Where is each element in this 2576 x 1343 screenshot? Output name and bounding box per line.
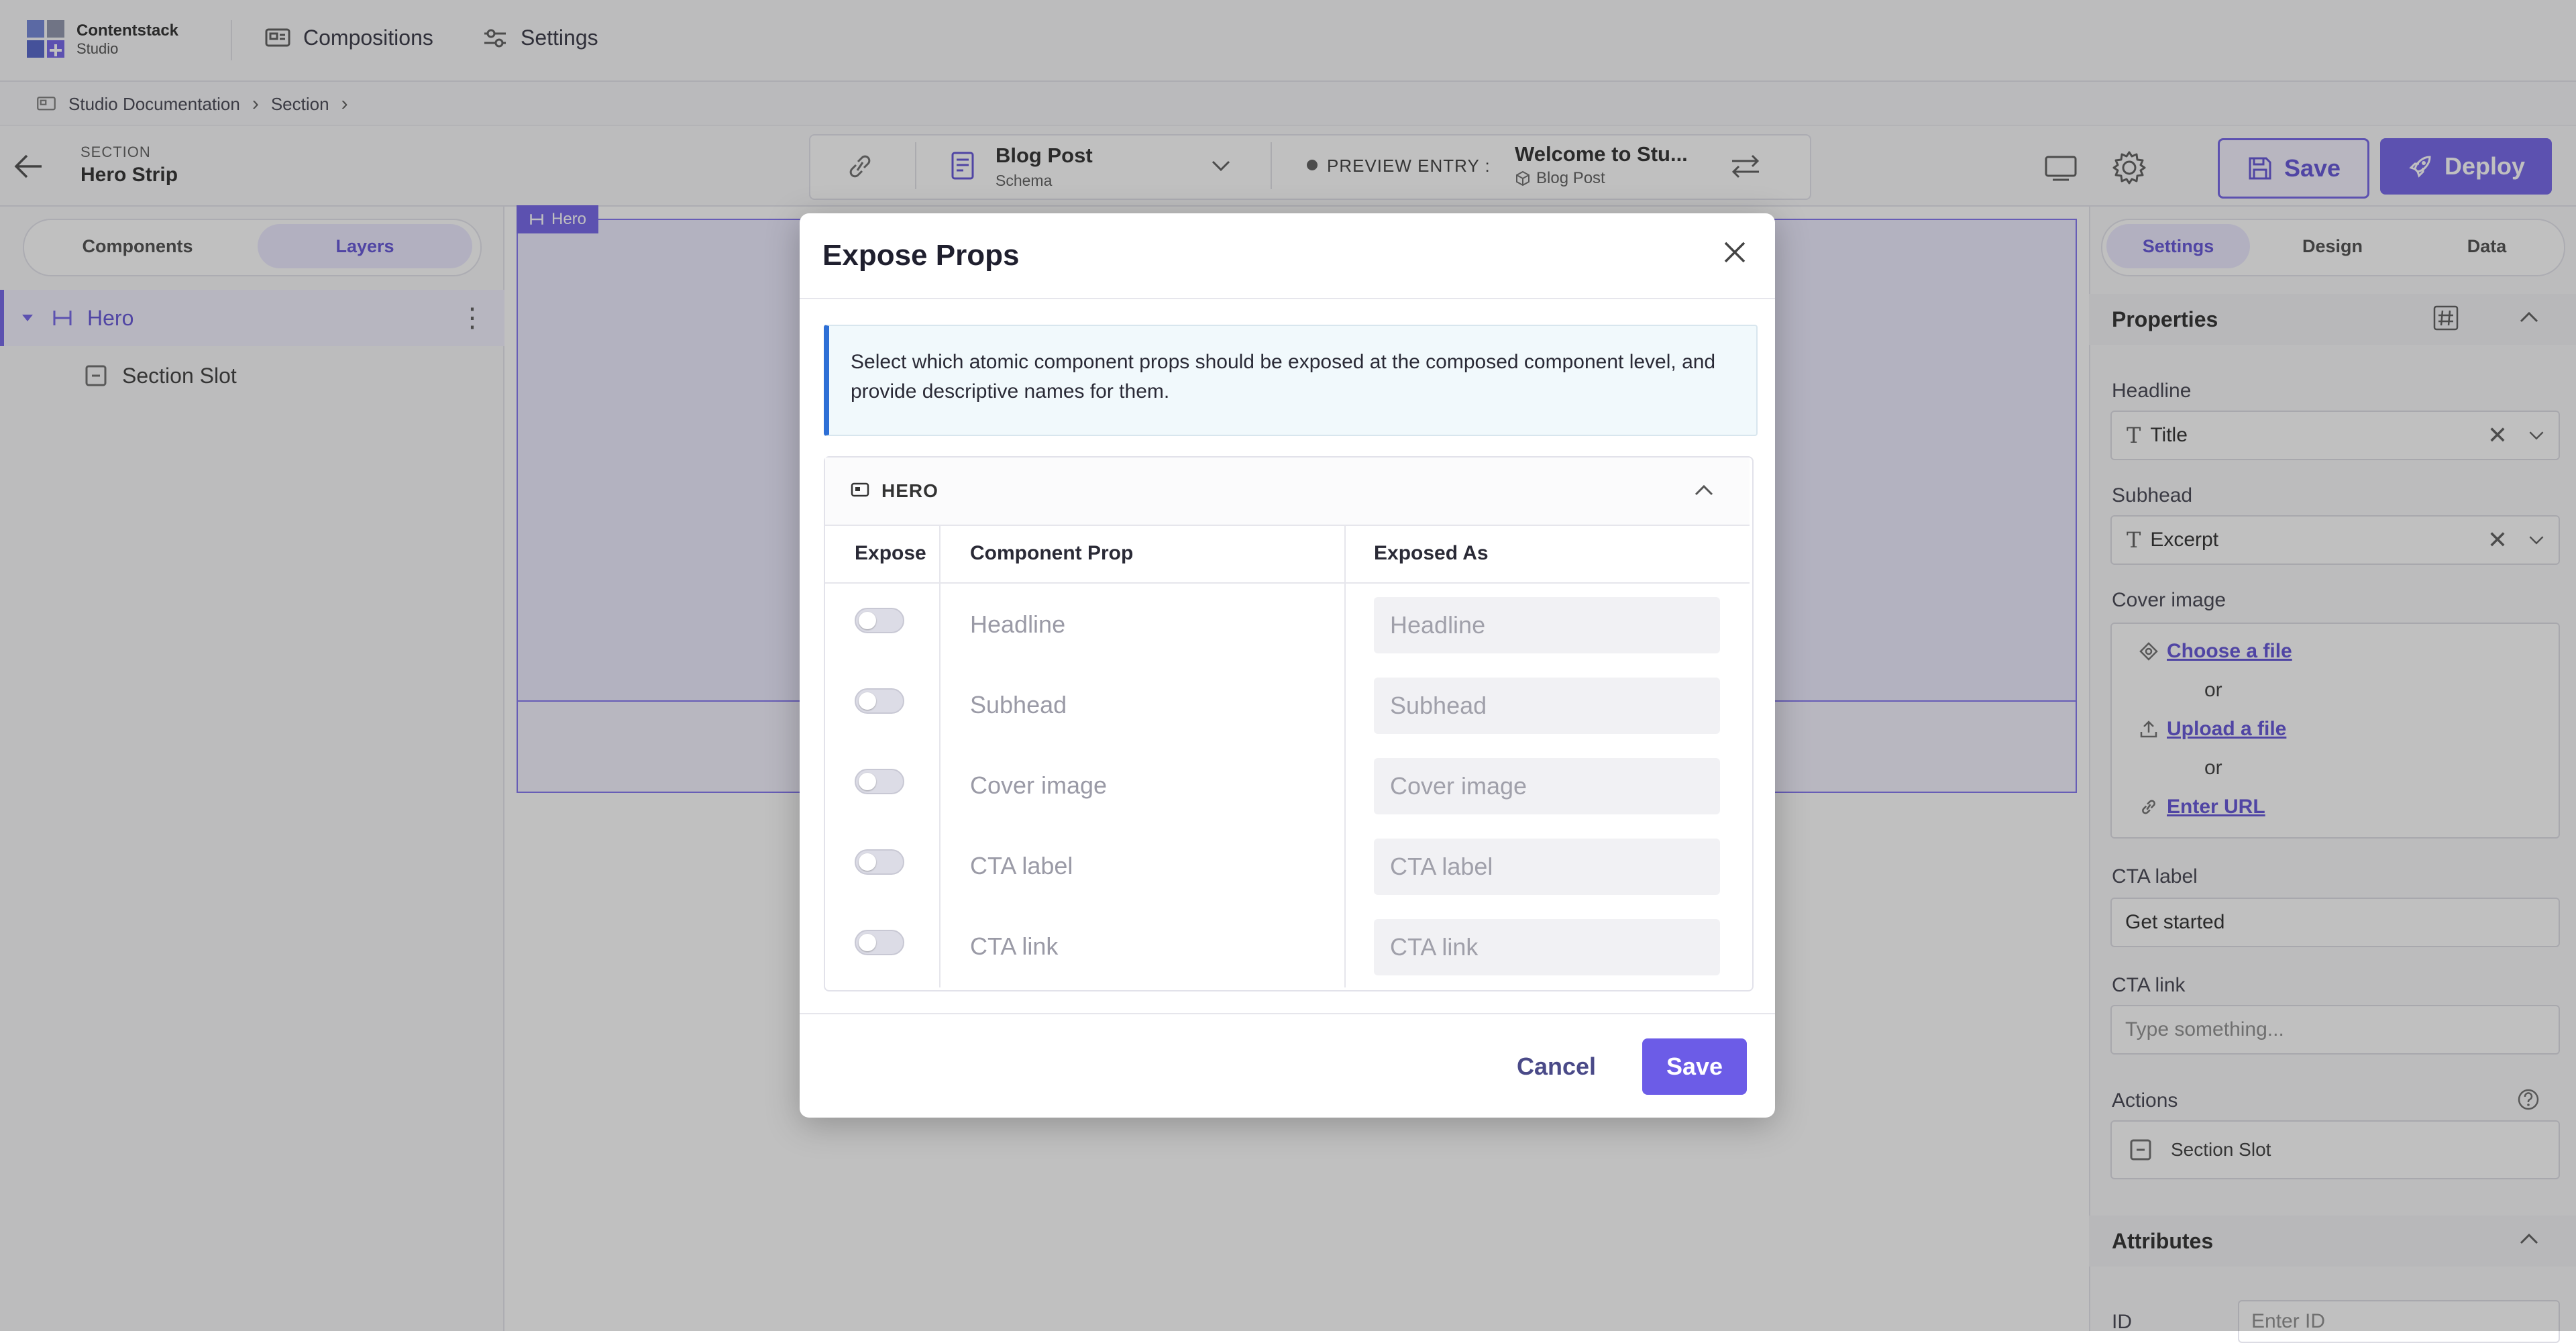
prop-name: Cover image	[970, 771, 1108, 799]
exposed-as-placeholder: CTA link	[1390, 933, 1479, 961]
divider	[800, 298, 1775, 299]
info-text: Select which atomic component props shou…	[851, 351, 1716, 402]
expose-toggle-cover-image[interactable]	[855, 769, 904, 794]
prop-name: Headline	[970, 610, 1066, 638]
column-divider	[1344, 526, 1346, 987]
exposed-as-placeholder: CTA label	[1390, 853, 1493, 880]
expose-toggle-headline[interactable]	[855, 608, 904, 633]
exposed-as-placeholder: Subhead	[1390, 692, 1487, 719]
prop-name: Subhead	[970, 691, 1067, 718]
modal-title: Expose Props	[822, 239, 1020, 272]
modal-save-button[interactable]: Save	[1642, 1038, 1747, 1095]
divider	[800, 1013, 1775, 1014]
expose-toggle-subhead[interactable]	[855, 688, 904, 714]
column-header-prop: Component Prop	[970, 542, 1134, 564]
expose-toggle-cta-link[interactable]	[855, 930, 904, 955]
cancel-button[interactable]: Cancel	[1503, 1038, 1610, 1095]
exposed-as-input[interactable]: Subhead	[1374, 678, 1720, 734]
column-header-expose: Expose	[855, 542, 926, 564]
exposed-as-input[interactable]: Headline	[1374, 597, 1720, 653]
column-divider	[939, 526, 941, 987]
exposed-as-input[interactable]: CTA link	[1374, 919, 1720, 975]
exposed-as-placeholder: Headline	[1390, 611, 1486, 639]
component-icon	[851, 482, 869, 501]
expose-toggle-cta-label[interactable]	[855, 849, 904, 875]
group-title: HERO	[881, 480, 938, 501]
header-divider	[825, 582, 1750, 584]
group-header[interactable]	[825, 458, 1750, 526]
exposed-as-input[interactable]: CTA label	[1374, 839, 1720, 895]
column-header-exposed-as: Exposed As	[1374, 542, 1489, 564]
close-icon[interactable]	[1721, 239, 1748, 269]
chevron-up-icon[interactable]	[1692, 480, 1716, 504]
prop-name: CTA label	[970, 852, 1073, 879]
prop-name: CTA link	[970, 932, 1059, 960]
exposed-as-input[interactable]: Cover image	[1374, 758, 1720, 814]
exposed-as-placeholder: Cover image	[1390, 772, 1527, 800]
